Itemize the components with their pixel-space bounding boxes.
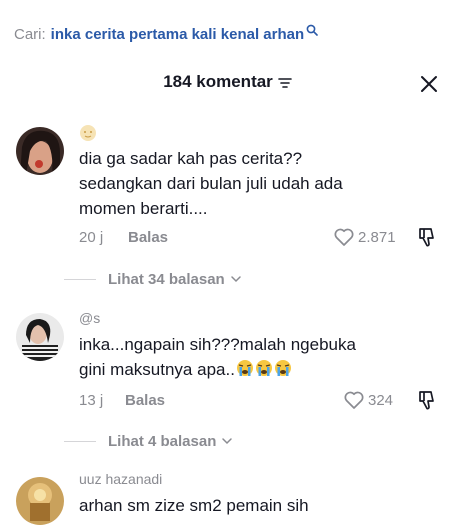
search-prefix: Cari: bbox=[14, 25, 46, 43]
loudly-crying-face-icon bbox=[255, 360, 272, 376]
search-query[interactable]: inka cerita pertama kali kenal arhan bbox=[51, 26, 304, 43]
reply-button[interactable]: Balas bbox=[128, 229, 168, 246]
chevron-down-icon bbox=[222, 438, 233, 445]
comment-line: dia ga sadar kah pas cerita?? bbox=[79, 149, 303, 168]
comment-meta: 20 j Balas 2.871 bbox=[79, 226, 440, 250]
dislike-icon[interactable] bbox=[416, 226, 438, 248]
comment-line: momen berarti.... bbox=[79, 199, 208, 218]
comment-meta: 13 j Balas 324 bbox=[79, 389, 440, 413]
comment-username[interactable] bbox=[79, 124, 440, 142]
comment-line: gini maksutnya apa.. bbox=[79, 357, 440, 382]
comment-line: sedangkan dari bulan juli udah ada bbox=[79, 174, 343, 193]
comment-line: arhan sm zize sm2 pemain sih bbox=[79, 496, 309, 515]
avatar[interactable] bbox=[16, 313, 64, 361]
heart-icon bbox=[344, 391, 364, 409]
comment-time: 13 j bbox=[79, 392, 104, 409]
heart-icon bbox=[334, 228, 354, 246]
comments-panel: Cari: inka cerita pertama kali kenal arh… bbox=[0, 0, 456, 527]
comment-username[interactable]: @s bbox=[79, 310, 440, 328]
comment-text: inka...ngapain sih???malah ngebuka gini … bbox=[79, 332, 440, 382]
comment-item: dia ga sadar kah pas cerita?? sedangkan … bbox=[0, 124, 456, 288]
view-replies-label: Lihat 34 balasan bbox=[108, 270, 225, 288]
comment-text: dia ga sadar kah pas cerita?? sedangkan … bbox=[79, 146, 440, 221]
like-count: 324 bbox=[368, 391, 394, 409]
view-replies-label: Lihat 4 balasan bbox=[108, 432, 217, 450]
loudly-crying-face-icon bbox=[236, 360, 253, 376]
chevron-down-icon bbox=[230, 276, 241, 283]
like-button[interactable]: 2.871 bbox=[333, 226, 396, 248]
comment-item: @s inka...ngapain sih???malah ngebuka gi… bbox=[0, 310, 456, 450]
like-button[interactable]: 324 bbox=[343, 389, 393, 411]
sort-filter-icon[interactable] bbox=[277, 75, 293, 89]
comment-time: 20 j bbox=[79, 229, 104, 246]
comment-line-text: gini maksutnya apa.. bbox=[79, 360, 235, 379]
dislike-icon[interactable] bbox=[416, 389, 438, 411]
comment-item: uuz hazanadi arhan sm zize sm2 pemain si… bbox=[0, 471, 456, 527]
close-icon[interactable] bbox=[418, 73, 440, 95]
divider-line bbox=[64, 278, 96, 280]
divider-line bbox=[64, 440, 96, 442]
view-replies-button[interactable]: Lihat 4 balasan bbox=[64, 431, 233, 451]
username-emoji-icon bbox=[80, 125, 96, 141]
comment-count-title: 184 komentar bbox=[163, 72, 273, 91]
search-icon[interactable] bbox=[306, 24, 318, 36]
comment-line: inka...ngapain sih???malah ngebuka bbox=[79, 335, 356, 354]
comments-header: 184 komentar bbox=[0, 70, 456, 98]
avatar[interactable] bbox=[16, 477, 64, 525]
loudly-crying-face-icon bbox=[274, 360, 291, 376]
avatar[interactable] bbox=[16, 127, 64, 175]
comment-text: arhan sm zize sm2 pemain sih bbox=[79, 493, 440, 518]
like-count: 2.871 bbox=[358, 228, 396, 246]
comment-username[interactable]: uuz hazanadi bbox=[79, 471, 440, 489]
view-replies-button[interactable]: Lihat 34 balasan bbox=[64, 269, 242, 289]
search-bar[interactable]: Cari: inka cerita pertama kali kenal arh… bbox=[14, 22, 318, 46]
reply-button[interactable]: Balas bbox=[125, 392, 165, 409]
